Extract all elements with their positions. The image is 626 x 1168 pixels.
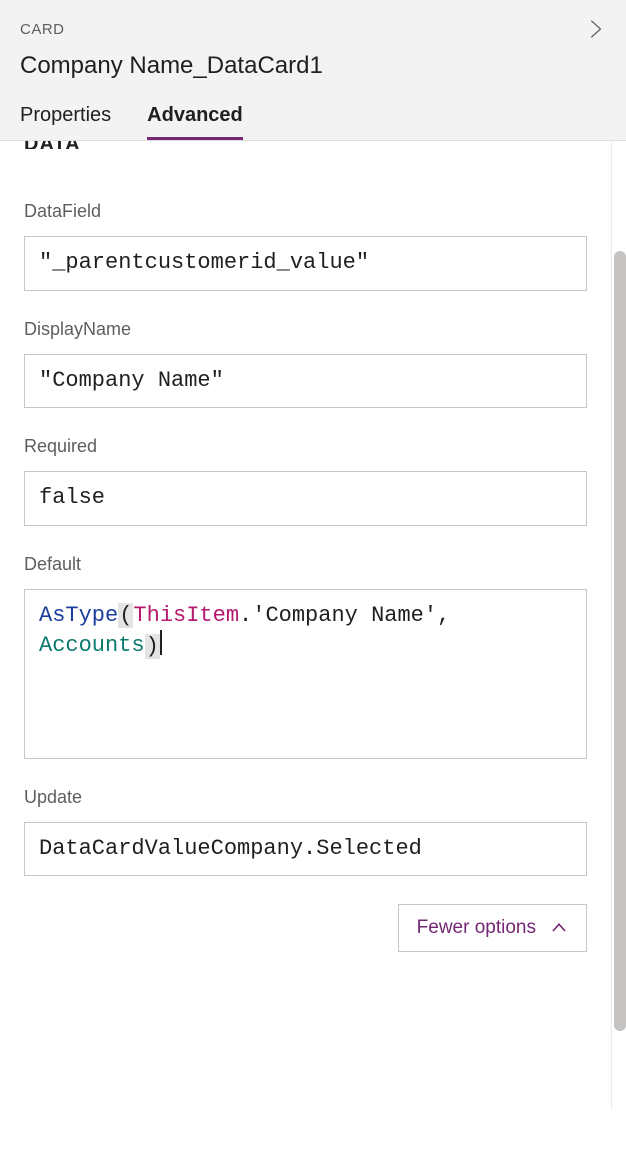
chevron-up-icon — [550, 919, 568, 937]
input-displayname[interactable]: "Company Name" — [24, 354, 587, 409]
scrollbar-thumb[interactable] — [614, 251, 626, 1031]
tab-advanced[interactable]: Advanced — [147, 98, 243, 140]
properties-panel-header: CARD Company Name_DataCard1 Properties A… — [0, 0, 626, 141]
tab-properties[interactable]: Properties — [20, 98, 111, 140]
label-update: Update — [24, 787, 587, 808]
field-update: Update DataCardValueCompany.Selected — [24, 787, 587, 877]
category-label: CARD — [20, 21, 65, 38]
tab-bar: Properties Advanced — [0, 98, 626, 140]
input-datafield[interactable]: "_parentcustomerid_value" — [24, 236, 587, 291]
fewer-options-label: Fewer options — [417, 917, 536, 939]
input-default[interactable]: AsType(ThisItem.'Company Name', Accounts… — [24, 589, 587, 759]
input-required[interactable]: false — [24, 471, 587, 526]
field-displayname: DisplayName "Company Name" — [24, 319, 587, 409]
field-datafield: DataField "_parentcustomerid_value" — [24, 201, 587, 291]
field-default: Default AsType(ThisItem.'Company Name', … — [24, 554, 587, 759]
section-heading-data: DATA — [24, 141, 587, 149]
input-update[interactable]: DataCardValueCompany.Selected — [24, 822, 587, 877]
collapse-panel-icon[interactable] — [584, 18, 606, 40]
label-datafield: DataField — [24, 201, 587, 222]
label-required: Required — [24, 436, 587, 457]
label-default: Default — [24, 554, 587, 575]
card-title: Company Name_DataCard1 — [0, 40, 626, 98]
label-displayname: DisplayName — [24, 319, 587, 340]
advanced-properties-panel: DATA DataField "_parentcustomerid_value"… — [0, 141, 612, 1109]
scrollbar[interactable] — [614, 161, 626, 1089]
fewer-options-button[interactable]: Fewer options — [398, 904, 587, 952]
field-required: Required false — [24, 436, 587, 526]
